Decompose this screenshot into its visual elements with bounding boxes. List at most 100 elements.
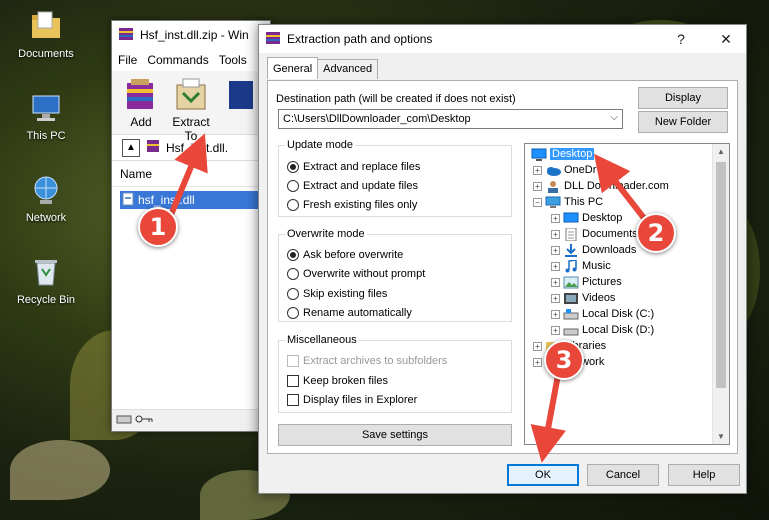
tree-node-local-disk-c[interactable]: + Local Disk (C:) bbox=[551, 306, 654, 322]
expand-icon[interactable]: + bbox=[551, 309, 560, 319]
radio-selected-icon[interactable] bbox=[287, 249, 299, 261]
close-icon[interactable]: ✕ bbox=[714, 29, 738, 49]
desktop-icon-network[interactable]: Network bbox=[6, 174, 86, 224]
expand-icon[interactable]: + bbox=[551, 245, 560, 255]
expand-icon[interactable]: + bbox=[551, 277, 560, 287]
book-icon bbox=[221, 77, 261, 113]
tree-node-label: Videos bbox=[582, 292, 616, 304]
documents-folder-icon bbox=[30, 10, 62, 42]
radio-icon[interactable] bbox=[287, 288, 299, 300]
save-settings-button[interactable]: Save settings bbox=[278, 424, 512, 446]
radio-icon[interactable] bbox=[287, 199, 299, 211]
expand-icon[interactable]: + bbox=[551, 261, 560, 271]
tree-node-local-disk-d[interactable]: + Local Disk (D:) bbox=[551, 322, 654, 338]
tree-node-pictures[interactable]: + Pictures bbox=[551, 274, 622, 290]
tree-node-pc-desktop[interactable]: + Desktop bbox=[551, 210, 622, 226]
radio-extract-update[interactable]: Extract and update files bbox=[287, 180, 418, 192]
radio-icon[interactable] bbox=[287, 180, 299, 192]
checkbox-extract-to-subfolders: Extract archives to subfolders bbox=[287, 355, 447, 367]
menu-tools[interactable]: Tools bbox=[219, 53, 247, 67]
radio-ask-before-overwrite[interactable]: Ask before overwrite bbox=[287, 249, 403, 261]
tree-node-videos[interactable]: + Videos bbox=[551, 290, 615, 306]
dialog-title: Extraction path and options bbox=[287, 32, 433, 46]
destination-path-label: Destination path (will be created if doe… bbox=[276, 93, 516, 105]
tab-advanced[interactable]: Advanced bbox=[317, 59, 379, 79]
desktop-icon-label: Documents bbox=[18, 48, 74, 60]
folder-tree[interactable]: Desktop + OneDr + DLL Downloader.com − T… bbox=[524, 143, 730, 445]
up-folder-button[interactable]: ▲ bbox=[122, 138, 140, 157]
desktop-icon-label: This PC bbox=[26, 130, 66, 142]
network-icon bbox=[30, 174, 62, 206]
radio-extract-replace[interactable]: Extract and replace files bbox=[287, 161, 420, 173]
radio-overwrite-without-prompt[interactable]: Overwrite without prompt bbox=[287, 268, 425, 280]
expand-icon[interactable]: + bbox=[551, 293, 560, 303]
tree-node-desktop[interactable]: Desktop bbox=[531, 146, 595, 162]
desktop-icon-documents[interactable]: Documents bbox=[6, 10, 86, 60]
desktop-icon-this-pc[interactable]: This PC bbox=[6, 92, 86, 142]
radio-rename-automatically[interactable]: Rename automatically bbox=[287, 307, 412, 319]
ok-button[interactable]: OK bbox=[507, 464, 579, 486]
extract-to-icon bbox=[171, 77, 211, 113]
step-badge-3: 3 bbox=[544, 340, 584, 380]
overwrite-mode-group: Overwrite mode Ask before overwrite Over… bbox=[278, 228, 512, 322]
chevron-down-icon[interactable]: ⌵ bbox=[610, 112, 618, 123]
winrar-window[interactable]: Hsf_inst.dll.zip - Win File Commands Too… bbox=[111, 20, 271, 432]
new-folder-button[interactable]: New Folder bbox=[638, 111, 728, 133]
radio-selected-icon[interactable] bbox=[287, 161, 299, 173]
tree-node-downloads[interactable]: + Downloads bbox=[551, 242, 636, 258]
menu-commands[interactable]: Commands bbox=[147, 53, 208, 67]
checkbox-icon[interactable] bbox=[287, 394, 299, 406]
radio-fresh-existing[interactable]: Fresh existing files only bbox=[287, 199, 417, 211]
file-row[interactable]: hsf_inst.dll bbox=[120, 191, 270, 209]
tree-node-this-pc[interactable]: − This PC bbox=[533, 194, 603, 210]
tab-general[interactable]: General bbox=[267, 57, 319, 79]
checkbox-display-in-explorer[interactable]: Display files in Explorer bbox=[287, 394, 417, 406]
tree-node-user[interactable]: + DLL Downloader.com bbox=[533, 178, 669, 194]
help-title-button[interactable]: ? bbox=[669, 29, 693, 49]
expand-icon[interactable]: + bbox=[551, 213, 560, 223]
extract-to-button-label: Extract To bbox=[172, 115, 210, 143]
test-button[interactable] bbox=[220, 77, 262, 134]
checkbox-icon[interactable] bbox=[287, 375, 299, 387]
desktop-icon-label: Network bbox=[25, 212, 67, 224]
tree-node-documents[interactable]: + Documents bbox=[551, 226, 638, 242]
extract-to-button[interactable]: Extract To bbox=[170, 77, 212, 143]
radio-icon[interactable] bbox=[287, 268, 299, 280]
help-button[interactable]: Help bbox=[668, 464, 740, 486]
winrar-status-bar bbox=[112, 409, 270, 431]
expand-icon[interactable]: + bbox=[533, 165, 542, 175]
add-button[interactable]: Add bbox=[120, 77, 162, 134]
extraction-dialog[interactable]: Extraction path and options ? ✕ General … bbox=[258, 24, 747, 494]
expand-icon[interactable]: + bbox=[533, 341, 542, 351]
scroll-up-icon[interactable]: ▲ bbox=[717, 147, 725, 156]
scroll-thumb[interactable] bbox=[716, 162, 726, 388]
cancel-button[interactable]: Cancel bbox=[587, 464, 659, 486]
tree-node-label: Desktop bbox=[582, 212, 623, 224]
dialog-titlebar[interactable]: Extraction path and options ? ✕ bbox=[259, 25, 746, 53]
expand-icon[interactable]: + bbox=[551, 325, 560, 335]
update-mode-group: Update mode Extract and replace files Ex… bbox=[278, 139, 512, 217]
collapse-icon[interactable]: − bbox=[533, 197, 542, 207]
display-button[interactable]: Display bbox=[638, 87, 728, 109]
tree-node-onedrive[interactable]: + OneDr bbox=[533, 162, 596, 178]
winrar-titlebar[interactable]: Hsf_inst.dll.zip - Win bbox=[112, 21, 270, 49]
drive-icon bbox=[563, 308, 579, 321]
expand-icon[interactable]: + bbox=[533, 181, 542, 191]
expand-icon[interactable]: + bbox=[533, 357, 542, 367]
tree-node-label: Desktop bbox=[550, 148, 595, 160]
column-header-name[interactable]: Name bbox=[112, 161, 270, 187]
option-label: Extract and update files bbox=[303, 180, 418, 192]
radio-icon[interactable] bbox=[287, 307, 299, 319]
tree-node-music[interactable]: + Music bbox=[551, 258, 611, 274]
radio-skip-existing[interactable]: Skip existing files bbox=[287, 288, 387, 300]
scroll-down-icon[interactable]: ▼ bbox=[717, 432, 725, 441]
archive-icon bbox=[146, 139, 160, 156]
destination-path-combo[interactable]: C:\Users\DllDownloader_com\Desktop ⌵ bbox=[278, 109, 623, 129]
checkbox-keep-broken-files[interactable]: Keep broken files bbox=[287, 375, 388, 387]
menu-file[interactable]: File bbox=[118, 53, 137, 67]
music-icon bbox=[563, 258, 579, 273]
tree-scrollbar[interactable]: ▲ ▼ bbox=[712, 144, 729, 444]
expand-icon[interactable]: + bbox=[551, 229, 560, 239]
desktop-icon-recycle-bin[interactable]: Recycle Bin bbox=[6, 256, 86, 306]
key-status-icon bbox=[134, 413, 154, 428]
